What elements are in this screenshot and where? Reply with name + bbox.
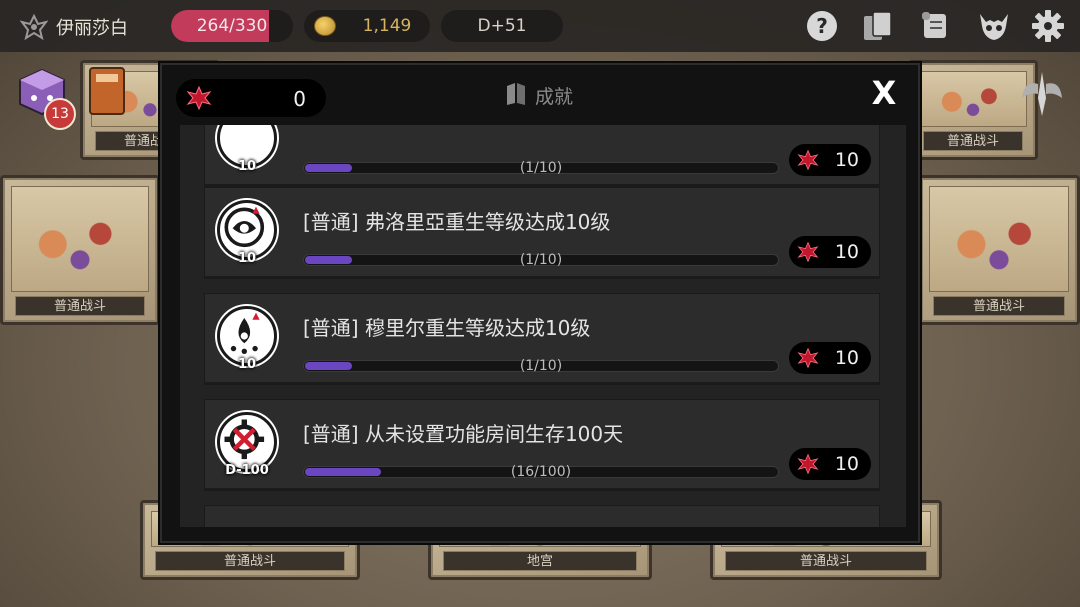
- achievement-row: 10 [普通] 穆里尔重生等级达成10级 (1/10) 10: [204, 293, 880, 385]
- top-status-bar: 伊丽莎白 264/330 1,149 D+51 ?: [0, 0, 1080, 52]
- notification-badge: 13: [44, 98, 76, 130]
- player-crest-icon: [20, 13, 48, 40]
- red-gem-icon: [797, 453, 819, 475]
- progress-text: (1/10): [519, 160, 563, 176]
- card-art: [11, 186, 149, 292]
- red-gem-icon: [797, 347, 819, 369]
- book-icon[interactable]: [84, 64, 130, 120]
- gem-counter: 0: [176, 79, 326, 117]
- red-gem-icon: [797, 241, 819, 263]
- achievement-book-icon: [507, 83, 525, 105]
- reward-amount: 10: [834, 241, 859, 263]
- board-card[interactable]: 普通战斗: [918, 175, 1080, 325]
- progress-text: (1/10): [519, 252, 563, 268]
- winged-sword-icon[interactable]: [1018, 68, 1066, 120]
- close-button[interactable]: X: [866, 75, 902, 111]
- card-art: [919, 71, 1027, 127]
- card-label: 地宫: [443, 551, 637, 571]
- achievement-title: [普通] 穆里尔重生等级达成10级: [303, 316, 591, 340]
- card-art: [929, 186, 1069, 292]
- red-gem-icon: [797, 149, 819, 171]
- reward-amount: 10: [834, 453, 859, 475]
- progress-text: (1/10): [519, 358, 563, 374]
- day-counter: D+51: [441, 10, 563, 42]
- gem-count: 0: [293, 87, 306, 111]
- reward-badge[interactable]: 10: [789, 342, 871, 374]
- achievement-icon-label: 10: [237, 159, 257, 174]
- achievement-title: [普通] 从未设置功能房间生存100天: [303, 422, 624, 446]
- help-icon[interactable]: ?: [804, 8, 840, 44]
- achievement-icon-label: 10: [237, 357, 257, 372]
- reward-badge[interactable]: 10: [789, 236, 871, 268]
- svg-text:?: ?: [816, 14, 828, 38]
- hp-text: 264/330: [196, 16, 268, 36]
- achievement-title: [普通] 弗洛里亞重生等级达成10级: [303, 210, 611, 234]
- modal-title: 成就: [535, 86, 574, 108]
- demon-skull-icon[interactable]: [976, 8, 1012, 44]
- achievement-icon-label: D-100: [225, 463, 269, 478]
- reward-amount: 10: [834, 347, 859, 369]
- reward-amount: 10: [834, 149, 859, 171]
- card-label: 普通战斗: [923, 131, 1023, 151]
- achievement-row: D-100 [普通] 从未设置功能房间生存100天 (16/100) 10: [204, 399, 880, 491]
- card-label: 普通战斗: [933, 296, 1065, 316]
- achievement-icon-label: 10: [237, 251, 257, 266]
- red-gem-icon: [186, 86, 212, 110]
- achievement-list[interactable]: 10 (1/10) 10 10 [普通] 弗洛里亞重生等级达成10级 (1/10…: [180, 125, 906, 527]
- hp-bar: 264/330: [171, 10, 293, 42]
- card-label: 普通战斗: [155, 551, 345, 571]
- progress-text: (16/100): [510, 464, 572, 480]
- card-label: 普通战斗: [725, 551, 927, 571]
- player-name: 伊丽莎白: [56, 18, 128, 39]
- gold-counter: 1,149: [304, 10, 430, 42]
- achievement-row: 10 [普通] 弗洛里亞重生等级达成10级 (1/10) 10: [204, 187, 880, 279]
- cards-icon[interactable]: [860, 8, 896, 44]
- achievement-row: [204, 505, 880, 527]
- gold-coin-icon: [314, 16, 336, 36]
- achievements-modal: 0 成就 X 10 (1/10) 10 10 [普通] 弗洛里亞重生等级达成10…: [160, 63, 920, 543]
- card-label: 普通战斗: [15, 296, 145, 316]
- board-card[interactable]: 普通战斗: [0, 175, 160, 325]
- achievement-row: 10 (1/10) 10: [204, 125, 880, 187]
- reward-badge[interactable]: 10: [789, 448, 871, 480]
- gold-amount: 1,149: [362, 16, 412, 36]
- settings-gear-icon[interactable]: [1030, 8, 1066, 44]
- scroll-icon[interactable]: [918, 8, 954, 44]
- reward-badge[interactable]: 10: [789, 144, 871, 176]
